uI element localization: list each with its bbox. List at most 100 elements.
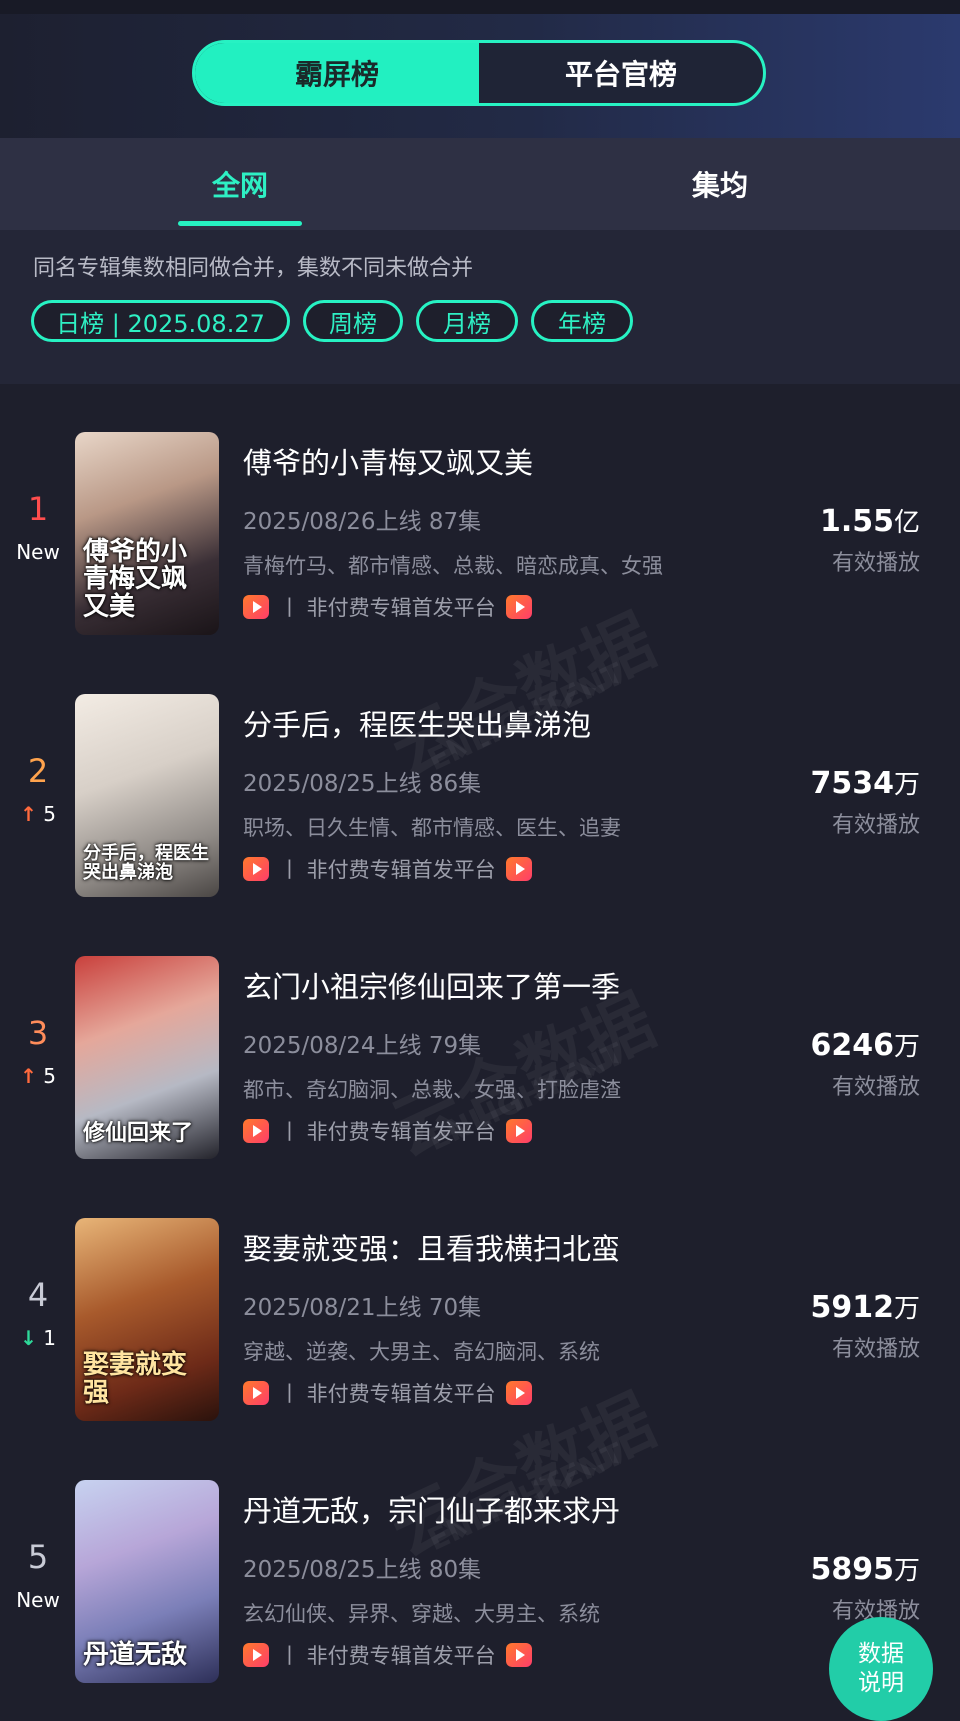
board-toggle: 霸屏榜 平台官榜 [192,40,766,106]
arrow-down-icon: ↓ [20,1326,37,1350]
video-app-icon [505,1643,532,1667]
data-button-line2: 说明 [858,1670,904,1696]
list-item[interactable]: 5 New 丹道无敌 丹道无敌，宗门仙子都来求丹 2025/08/25上线 80… [0,1432,960,1694]
views-unit: 万 [893,770,920,800]
list-item[interactable]: 2 ↑ 5 分手后，程医生哭出鼻涕泡 分手后，程医生哭出鼻涕泡 2025/08/… [0,646,960,908]
views-number: 5895 [810,1552,894,1587]
rank-change-label: 5 [43,1064,56,1088]
pill-monthly[interactable]: 月榜 [416,300,518,342]
rank-number: 3 [27,1014,49,1052]
cover-image[interactable]: 傅爷的小青梅又飒又美 [75,432,219,635]
views-label: 有效播放 [831,813,920,838]
list-item[interactable]: 1 New 傅爷的小青梅又飒又美 傅爷的小青梅又飒又美 2025/08/26上线… [0,384,960,646]
pill-yearly[interactable]: 年榜 [531,300,633,342]
arrow-up-icon: ↑ [20,802,37,826]
views-label: 有效播放 [831,1337,920,1362]
rank-change-label: New [16,1588,60,1612]
video-app-icon [243,1643,269,1667]
cover-image[interactable]: 丹道无敌 [75,1480,219,1683]
platform-label: 丨 非付费专辑首发平台 [279,1644,496,1668]
arrow-up-icon: ↑ [20,1064,37,1088]
platform-label: 丨 非付费专辑首发平台 [279,596,496,620]
filter-bar: 同名专辑集数相同做合并，集数不同未做合并 日榜 | 2025.08.27 周榜 … [0,230,960,384]
rank-change: ↑ 5 [14,1064,62,1088]
rank-number: 1 [27,490,49,528]
release-meta: 2025/08/24上线 79集 [243,1033,482,1059]
video-app-icon [505,595,532,619]
cover-caption: 丹道无敌 [83,1639,188,1670]
views-block: 5895万 有效播放 [810,1550,920,1625]
list-item[interactable]: 3 ↑ 5 修仙回来了 玄门小祖宗修仙回来了第一季 2025/08/24上线 7… [0,908,960,1170]
header: 霸屏榜 平台官榜 [0,14,960,138]
tab-episode-average[interactable]: 集均 [660,138,780,230]
data-explanation-button[interactable]: 数据 说明 [829,1617,933,1721]
cover-caption: 娶妻就变强 [83,1350,188,1408]
platform-label: 丨 非付费专辑首发平台 [279,1120,496,1144]
video-app-icon [505,857,532,881]
rank-change: ↓ 1 [14,1326,62,1350]
release-meta: 2025/08/25上线 80集 [243,1557,482,1583]
views-number: 7534 [810,766,894,801]
rank-number: 5 [27,1538,49,1576]
video-app-icon [243,857,269,881]
cover-caption: 分手后，程医生哭出鼻涕泡 [83,843,209,884]
cover-image[interactable]: 娶妻就变强 [75,1218,219,1421]
toggle-platform-official[interactable]: 平台官榜 [479,43,763,103]
views-number: 5912 [810,1290,894,1325]
drama-title[interactable]: 傅爷的小青梅又飒又美 [243,440,533,482]
rank-number: 2 [27,752,49,790]
rank-change-label: 5 [43,802,56,826]
drama-title[interactable]: 丹道无敌，宗门仙子都来求丹 [243,1488,620,1530]
platform-row: 丨 非付费专辑首发平台 [243,1378,532,1408]
pill-weekly[interactable]: 周榜 [303,300,403,342]
platform-row: 丨 非付费专辑首发平台 [243,1116,532,1146]
release-meta: 2025/08/21上线 70集 [243,1295,482,1321]
views-label: 有效播放 [831,551,920,576]
drama-title[interactable]: 娶妻就变强：且看我横扫北蛮 [243,1226,620,1268]
genre-tags: 穿越、逆袭、大男主、奇幻脑洞、系统 [243,1340,600,1364]
views-unit: 万 [893,1294,920,1324]
views-unit: 万 [893,1032,920,1062]
rank-change: New [14,540,62,564]
scope-tabs: 全网 集均 [0,138,960,230]
platform-row: 丨 非付费专辑首发平台 [243,854,532,884]
rank-change: ↑ 5 [14,802,62,826]
views-block: 5912万 有效播放 [810,1288,920,1363]
platform-row: 丨 非付费专辑首发平台 [243,1640,532,1670]
views-unit: 亿 [893,508,920,538]
drama-title[interactable]: 玄门小祖宗修仙回来了第一季 [243,964,620,1006]
cover-caption: 修仙回来了 [83,1119,194,1146]
release-meta: 2025/08/26上线 87集 [243,509,482,535]
platform-row: 丨 非付费专辑首发平台 [243,592,532,622]
cover-image[interactable]: 修仙回来了 [75,956,219,1159]
rank-change-label: 1 [43,1326,56,1350]
tab-all-network[interactable]: 全网 [178,138,302,230]
genre-tags: 青梅竹马、都市情感、总裁、暗恋成真、女强 [243,554,663,578]
rank-number: 4 [27,1276,49,1314]
views-block: 6246万 有效播放 [810,1026,920,1101]
genre-tags: 职场、日久生情、都市情感、医生、追妻 [243,816,621,840]
genre-tags: 玄幻仙侠、异界、穿越、大男主、系统 [243,1602,600,1626]
release-meta: 2025/08/25上线 86集 [243,771,482,797]
rank-change-label: New [16,540,60,564]
video-app-icon [505,1381,532,1405]
video-app-icon [243,1381,269,1405]
cover-image[interactable]: 分手后，程医生哭出鼻涕泡 [75,694,219,897]
status-strip [0,0,960,14]
views-unit: 万 [893,1556,920,1586]
toggle-bapingbang[interactable]: 霸屏榜 [195,43,479,103]
platform-label: 丨 非付费专辑首发平台 [279,1382,496,1406]
views-block: 7534万 有效播放 [810,764,920,839]
video-app-icon [505,1119,532,1143]
genre-tags: 都市、奇幻脑洞、总裁、女强、打脸虐渣 [243,1078,621,1102]
list-item[interactable]: 4 ↓ 1 娶妻就变强 娶妻就变强：且看我横扫北蛮 2025/08/21上线 7… [0,1170,960,1432]
period-pills: 日榜 | 2025.08.27 周榜 月榜 年榜 [31,300,633,342]
pill-daily[interactable]: 日榜 | 2025.08.27 [31,300,290,342]
video-app-icon [243,1119,269,1143]
drama-title[interactable]: 分手后，程医生哭出鼻涕泡 [243,702,591,744]
views-number: 6246 [810,1028,894,1063]
cover-caption: 傅爷的小青梅又飒又美 [83,537,188,622]
views-number: 1.55 [819,504,894,539]
active-tab-underline [178,221,302,226]
video-app-icon [243,595,269,619]
